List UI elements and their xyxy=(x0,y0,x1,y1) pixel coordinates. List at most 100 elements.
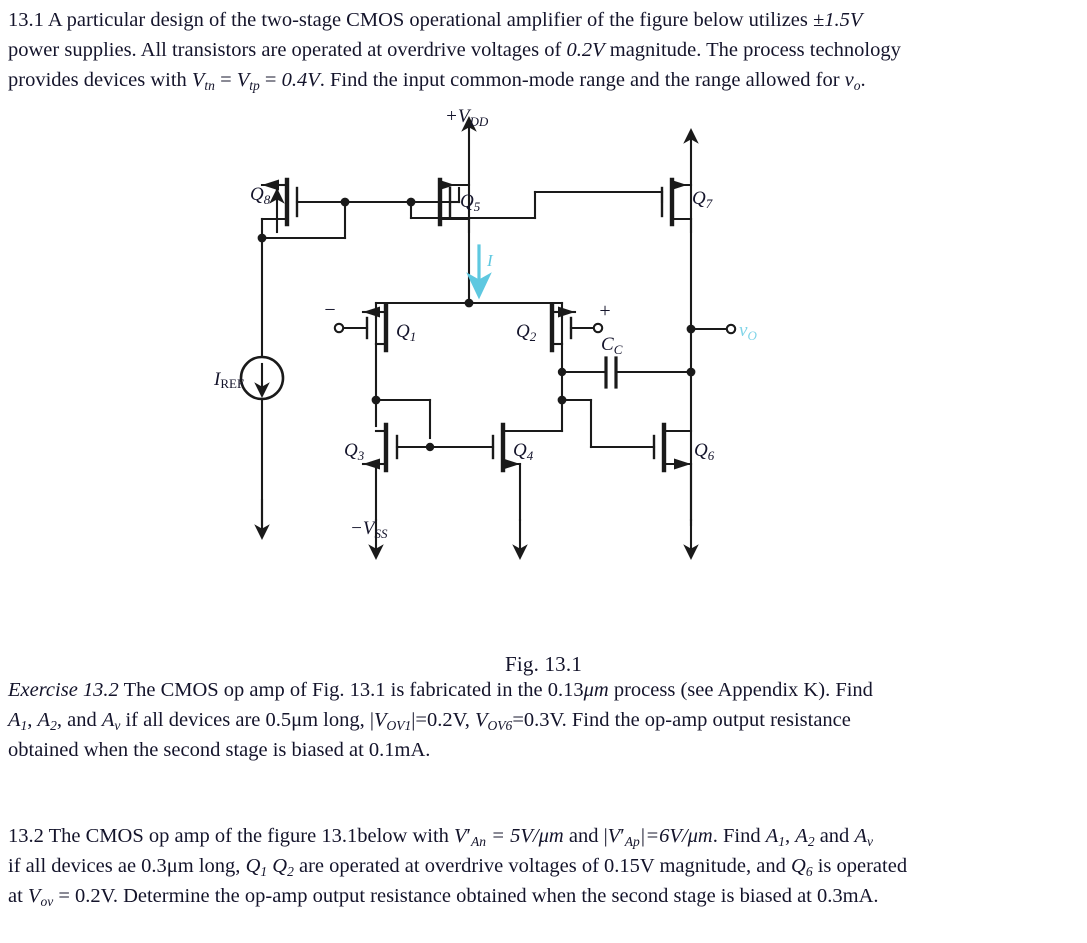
q3-label: Q3 xyxy=(344,440,365,463)
vov1-sub: OV1 xyxy=(386,717,412,733)
problem-13-1-line-3: provides devices with Vtn = Vtp = 0.4V. … xyxy=(8,66,1080,95)
vo-subscript-text: o xyxy=(853,78,861,93)
vov1-value: |=0.2V, xyxy=(411,709,475,732)
p132-a1: A xyxy=(765,825,779,847)
vtp-subscript: tp xyxy=(249,78,260,93)
problem-13-1-line-1: 13.1 A particular design of the two-stag… xyxy=(8,6,1080,35)
exercise-13-2-line-2: A1, A2, and Av if all devices are 0.5μm … xyxy=(8,706,1080,735)
exercise-13-2-line-1: Exercise 13.2 The CMOS op amp of Fig. 13… xyxy=(8,676,1080,705)
vov1-symbol: V xyxy=(373,709,387,732)
pmos-bus-dot-2 xyxy=(406,197,416,207)
vo-label: vO xyxy=(739,320,757,343)
two-stage-cmos-opamp-schematic: +VDD −VSS IREF I vO CC Q8 Q5 Q7 Q1 Q2 Q3… xyxy=(213,106,757,560)
p132-and: and | xyxy=(563,825,608,847)
exercise-title: Exercise 13.2 xyxy=(8,679,119,701)
micron-unit-3: μm xyxy=(687,825,713,847)
iref-node-dot xyxy=(257,233,267,243)
exercise-13-2-line-3: obtained when the second stage is biased… xyxy=(8,739,431,762)
eq-2: = xyxy=(259,69,282,92)
noninverting-input-terminal[interactable] xyxy=(592,322,604,334)
problem-13-1-line2-a: power supplies. All transistors are oper… xyxy=(8,39,567,62)
period: . xyxy=(860,69,866,92)
supply-value: ±1.5V xyxy=(813,9,863,31)
p132-line1-a: The CMOS op amp of the figure 13.1below … xyxy=(43,825,455,847)
vtp-symbol: V xyxy=(236,69,250,92)
page-root: 13.1 A particular design of the two-stag… xyxy=(0,0,1087,943)
vov6-sub: OV6 xyxy=(487,717,513,733)
inverting-input-terminal[interactable] xyxy=(333,322,345,334)
vo-symbol-text: v xyxy=(844,69,854,92)
q1-label: Q1 xyxy=(396,321,416,344)
problem-13-1-text: 13.1 A particular design of the two-stag… xyxy=(8,6,1080,96)
vov6-symbol: V xyxy=(475,709,488,732)
a1-symbol: A xyxy=(8,709,21,732)
figure-caption: Fig. 13.1 xyxy=(504,652,583,676)
p132-find: . Find xyxy=(712,825,766,847)
vss-label: −VSS xyxy=(350,518,388,541)
q4-label: Q4 xyxy=(513,440,534,463)
p132-av-sub: v xyxy=(866,833,873,849)
comma-1: , xyxy=(27,709,38,732)
p132-line2-a: if all devices ae 0.3μm long, xyxy=(8,855,246,878)
cc-label: CC xyxy=(601,334,623,357)
output-terminal[interactable] xyxy=(725,323,737,335)
problem-13-1-number: 13.1 xyxy=(8,9,44,31)
p132-q6-sub: 6 xyxy=(805,863,813,879)
p132-av: A xyxy=(854,825,867,847)
p132-a2: A xyxy=(795,825,808,847)
vap-sub: Ap xyxy=(624,833,640,849)
a2-sub: 2 xyxy=(50,717,57,733)
q5-source-arrow xyxy=(438,179,455,191)
problem-13-2-number: 13.2 xyxy=(8,825,44,847)
iref-label: IREF xyxy=(213,369,244,391)
vt-value: 0.4V xyxy=(281,69,320,92)
vov6-value: =0.3V. Find the op-amp output resistance xyxy=(512,709,851,732)
q6-label: Q6 xyxy=(694,440,715,463)
pmos-bus-dot-1 xyxy=(340,197,350,207)
p132-q6: Q xyxy=(791,855,806,878)
p132-q1: Q xyxy=(245,855,261,878)
van-symbol: V xyxy=(454,825,467,847)
noninverting-input-sign: + xyxy=(599,300,610,322)
p132-comma1: , xyxy=(785,825,796,847)
p132-and2: and xyxy=(814,825,855,847)
problem-13-2-line-3: at Vov = 0.2V. Determine the op-amp outp… xyxy=(8,882,1080,911)
vdd-label: +VDD xyxy=(445,106,489,129)
current-I-label: I xyxy=(486,251,494,270)
problem-13-1-line3-end: . Find the input common-mode range and t… xyxy=(319,69,845,92)
q7-source-arrow xyxy=(670,179,687,191)
vtn-subscript: tn xyxy=(204,78,215,93)
vap-symbol: V xyxy=(607,825,621,847)
eq-1: = xyxy=(214,69,237,92)
cc-output-node-dot xyxy=(686,367,696,377)
a2-symbol: A xyxy=(37,709,51,732)
problem-13-2-line-2: if all devices ae 0.3μm long, Q1 Q2 are … xyxy=(8,852,1080,881)
vov-sub: ov xyxy=(40,894,54,909)
problem-13-1-line3-a: provides devices with xyxy=(8,69,192,92)
problem-13-2-line-1: 13.2 The CMOS op amp of the figure 13.1b… xyxy=(8,822,1080,851)
av-symbol: A xyxy=(101,709,115,732)
exercise-line1-b: process (see Appendix K). Find xyxy=(608,679,873,701)
p132-q2-sub: 2 xyxy=(287,863,294,879)
exercise-line1-a: The CMOS op amp of Fig. 13.1 is fabricat… xyxy=(118,679,584,701)
exercise-13-2-text: Exercise 13.2 The CMOS op amp of Fig. 13… xyxy=(8,676,1080,766)
comma-2: , and xyxy=(56,709,102,732)
q5-label: Q5 xyxy=(460,191,481,214)
exercise-line2-mid: if all devices are 0.5μm long, | xyxy=(120,709,374,732)
inverting-input-sign: − xyxy=(324,299,335,321)
p132-a2-sub: 2 xyxy=(807,833,815,849)
vov-symbol: V xyxy=(27,885,41,908)
p132-line3-a: at xyxy=(8,885,28,908)
overdrive-value: 0.2V xyxy=(566,39,605,62)
schematic-wires xyxy=(239,116,737,560)
problem-13-2-text: 13.2 The CMOS op amp of the figure 13.1b… xyxy=(8,822,1080,912)
problem-13-1-line2-c: magnitude. The process technology xyxy=(604,39,901,62)
q7-label: Q7 xyxy=(692,188,713,211)
p132-line3-b: = 0.2V. Determine the op-amp output resi… xyxy=(53,885,879,908)
q8-label: Q8 xyxy=(250,184,271,207)
q6-source-arrow xyxy=(674,458,691,470)
schematic-labels: +VDD −VSS IREF I vO CC Q8 Q5 Q7 Q1 Q2 Q3… xyxy=(213,106,757,541)
problem-13-1-line1-text: A particular design of the two-stage CMO… xyxy=(47,9,814,31)
p132-line2-c: is operated xyxy=(812,855,908,878)
van-eq: = 5V/ xyxy=(486,825,539,847)
